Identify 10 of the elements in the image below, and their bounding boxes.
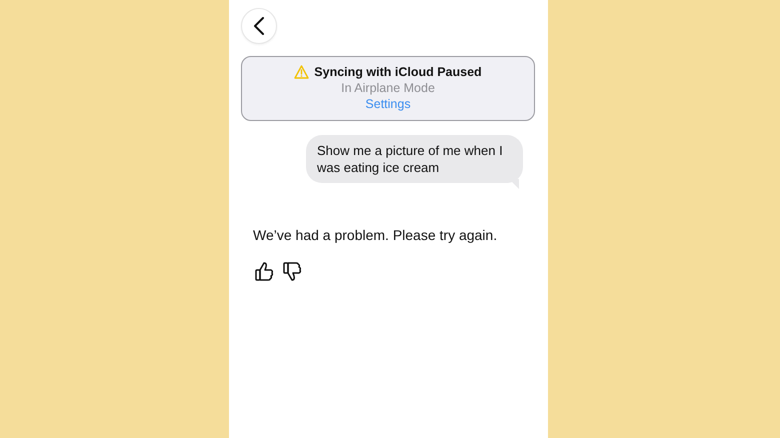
warning-icon [294,65,310,79]
reply-text: We’ve had a problem. Please try again. [252,227,498,243]
banner-subtitle: In Airplane Mode [341,81,435,95]
thumbs-up-icon[interactable] [254,261,274,282]
banner-title: Syncing with iCloud Paused [314,65,482,79]
settings-link[interactable]: Settings [365,97,411,111]
thumbs-down-icon[interactable] [282,261,302,282]
back-icon [253,17,265,35]
message-bubble: Show me a picture of me when I was eating ice cream [306,135,523,183]
back-button[interactable] [241,8,277,44]
